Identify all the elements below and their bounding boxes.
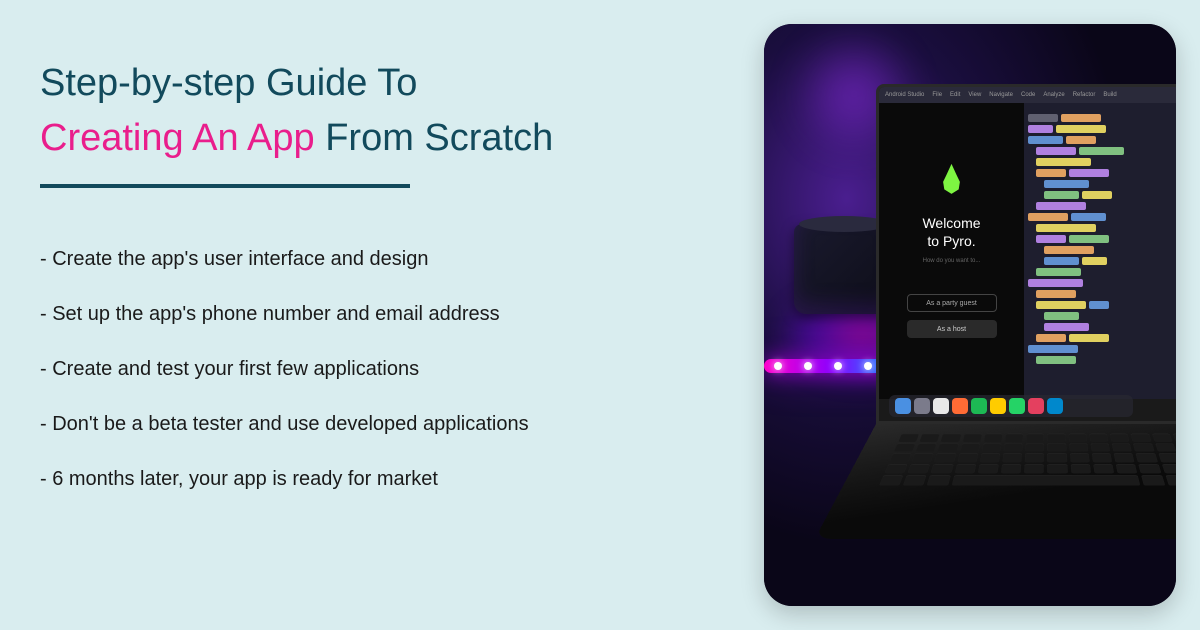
hero-image: Android Studio File Edit View Navigate C… xyxy=(764,24,1176,606)
list-item: - Set up the app's phone number and emai… xyxy=(40,303,680,326)
menu-item: Refactor xyxy=(1073,92,1096,98)
dock-icon xyxy=(933,398,949,414)
led-dot xyxy=(774,362,782,370)
list-item: - Don't be a beta tester and use develop… xyxy=(40,413,680,436)
dock-icon xyxy=(1028,398,1044,414)
title-highlight: Creating An App xyxy=(40,117,315,159)
keyboard xyxy=(879,434,1176,486)
flame-icon xyxy=(940,164,964,194)
title-underline xyxy=(40,184,410,188)
menu-item: Code xyxy=(1021,92,1035,98)
phone-emulator: Welcome to Pyro. How do you want to... A… xyxy=(879,103,1024,399)
list-item: - Create and test your first few applica… xyxy=(40,358,680,381)
dock-icon xyxy=(895,398,911,414)
title-part-2: From Scratch xyxy=(325,117,553,159)
welcome-heading: Welcome to Pyro. xyxy=(922,214,980,250)
ide-menu-bar: Android Studio File Edit View Navigate C… xyxy=(879,87,1176,103)
led-dot xyxy=(804,362,812,370)
code-editor xyxy=(1024,103,1176,399)
led-dot xyxy=(834,362,842,370)
menu-item: Android Studio xyxy=(885,92,924,98)
screen-content: Welcome to Pyro. How do you want to... A… xyxy=(879,103,1176,399)
macos-dock xyxy=(889,395,1133,417)
laptop-screen: Android Studio File Edit View Navigate C… xyxy=(876,84,1176,424)
page-title: Step-by-step Guide To Creating An App Fr… xyxy=(40,56,680,166)
menu-item: Edit xyxy=(950,92,960,98)
dock-icon xyxy=(914,398,930,414)
welcome-line-1: Welcome xyxy=(922,215,980,231)
menu-item: Analyze xyxy=(1043,92,1064,98)
dock-icon xyxy=(971,398,987,414)
welcome-line-2: to Pyro. xyxy=(927,233,975,249)
title-part-1: Step-by-step Guide To xyxy=(40,62,417,104)
list-item: - Create the app's user interface and de… xyxy=(40,248,680,271)
dock-icon xyxy=(1009,398,1025,414)
menu-item: Navigate xyxy=(989,92,1013,98)
laptop-keyboard-base xyxy=(815,424,1176,539)
steps-list: - Create the app's user interface and de… xyxy=(40,248,680,491)
dock-icon xyxy=(1047,398,1063,414)
menu-item: Build xyxy=(1103,92,1116,98)
dock-icon xyxy=(990,398,1006,414)
dock-icon xyxy=(952,398,968,414)
list-item: - 6 months later, your app is ready for … xyxy=(40,468,680,491)
led-dot xyxy=(864,362,872,370)
laptop: Android Studio File Edit View Navigate C… xyxy=(876,84,1176,604)
host-button: As a host xyxy=(907,320,997,338)
scene-background: Android Studio File Edit View Navigate C… xyxy=(764,24,1176,606)
menu-item: View xyxy=(968,92,981,98)
guest-button: As a party guest xyxy=(907,294,997,312)
menu-item: File xyxy=(932,92,942,98)
welcome-subtitle: How do you want to... xyxy=(923,258,981,264)
content-area: Step-by-step Guide To Creating An App Fr… xyxy=(0,0,720,563)
button-group: As a party guest As a host xyxy=(907,294,997,338)
